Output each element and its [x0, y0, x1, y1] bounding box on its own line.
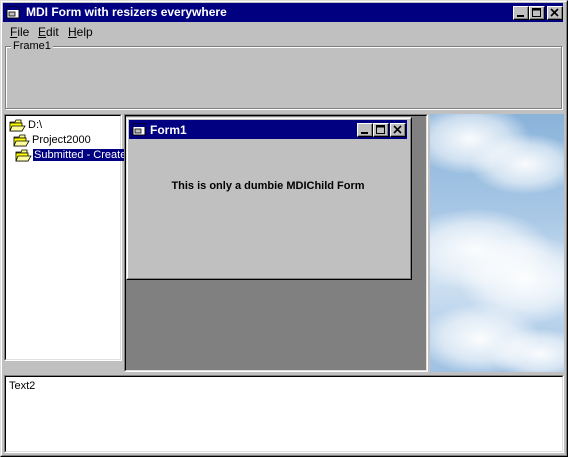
minimize-button[interactable]	[513, 6, 529, 20]
frame1-label: Frame1	[11, 40, 53, 52]
mdi-child-frame	[127, 118, 411, 279]
main-titlebar[interactable]: MDI Form with resizers everywhere	[3, 3, 563, 22]
menu-help[interactable]: Help	[68, 25, 93, 39]
folder-tree[interactable]: D:\ Project2000 Submitted - Create	[4, 114, 128, 361]
child-maximize-button[interactable]	[373, 123, 389, 137]
child-body-label: This is only a dumbie MDIChild Form	[171, 180, 365, 192]
child-minimize-button[interactable]	[357, 123, 373, 137]
minimize-icon	[517, 15, 524, 17]
tree-item-label: Submitted - Create	[33, 149, 128, 161]
menu-help-label: elp	[76, 25, 93, 39]
menu-file-label: ile	[17, 25, 30, 39]
open-folder-icon	[13, 134, 30, 147]
text2-box[interactable]: Text2	[4, 375, 564, 453]
child-titlebar[interactable]: Form1	[129, 120, 407, 139]
open-folder-icon	[9, 119, 26, 132]
child-app-icon[interactable]	[132, 122, 147, 140]
window-title: MDI Form with resizers everywhere	[26, 5, 227, 19]
close-icon	[393, 125, 402, 134]
maximize-button[interactable]	[529, 6, 545, 20]
text2-border	[5, 376, 563, 452]
open-folder-icon	[15, 149, 32, 162]
close-icon	[550, 8, 559, 17]
tree-item-label: D:\	[28, 119, 43, 131]
child-close-button[interactable]	[390, 123, 406, 137]
menu-edit-hotkey: E	[38, 25, 47, 39]
menu-help-hotkey: H	[68, 25, 77, 39]
app-icon[interactable]	[6, 5, 21, 20]
close-button[interactable]	[547, 6, 563, 20]
maximize-icon	[532, 8, 541, 17]
menu-file[interactable]: File	[10, 25, 29, 39]
mdi-child-window[interactable]: Form1 This is only a dumbie MDIChild For…	[126, 117, 412, 280]
menu-edit-label: dit	[46, 25, 59, 39]
frame1	[5, 46, 562, 109]
maximize-icon	[376, 125, 385, 134]
menu-edit[interactable]: Edit	[38, 25, 59, 39]
menu-bar: File Edit Help	[3, 22, 563, 41]
child-title: Form1	[150, 123, 187, 137]
tree-item-label: Project2000	[32, 134, 91, 146]
minimize-icon	[361, 132, 368, 134]
text2-value: Text2	[9, 380, 36, 392]
sky-picture	[430, 114, 564, 372]
